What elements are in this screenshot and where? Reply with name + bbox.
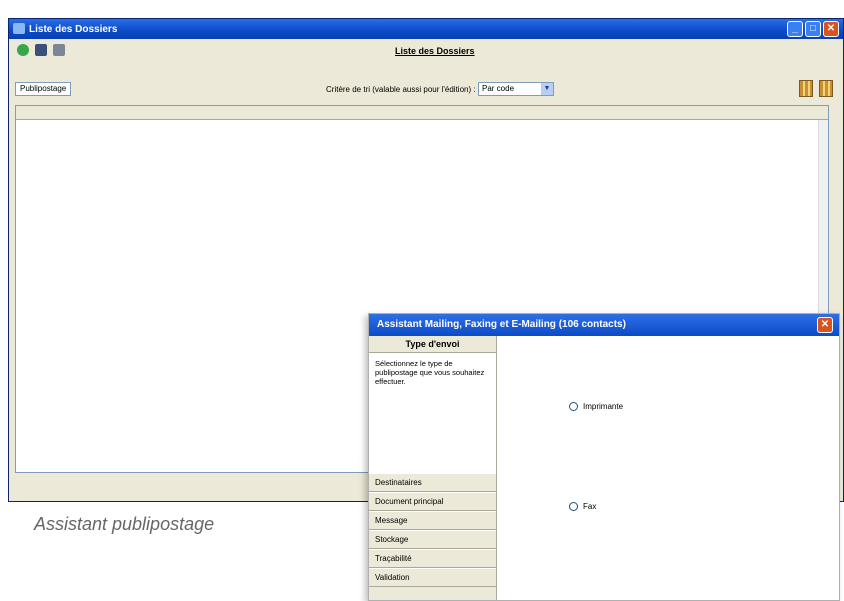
page-title: Liste des Dossiers [395, 46, 475, 56]
nav-item-stockage[interactable]: Stockage [369, 530, 496, 549]
copy-icon[interactable] [53, 44, 65, 56]
option-fax-label: Fax [583, 502, 597, 511]
dialog-title: Assistant Mailing, Faxing et E-Mailing (… [377, 319, 626, 330]
caption: Assistant publipostage [34, 514, 215, 534]
sort-criteria-value: Par code [482, 84, 515, 93]
archive-export-icon[interactable] [819, 80, 833, 97]
toolbar [17, 44, 65, 56]
sort-criteria-select[interactable]: Par code ▼ [478, 82, 554, 96]
title-bar: Liste des Dossiers _ □ ✕ [9, 19, 843, 39]
nav-item-message[interactable]: Message [369, 511, 496, 530]
nav-item-tracabilite[interactable]: Traçabilité [369, 549, 496, 568]
step-description: Sélectionnez le type de publipostage que… [369, 353, 496, 473]
minimize-icon[interactable]: _ [787, 21, 803, 37]
chevron-down-icon[interactable]: ▼ [541, 83, 553, 95]
publipostage-button[interactable]: Publipostage [15, 82, 72, 96]
app-icon [13, 23, 25, 34]
save-icon[interactable] [35, 44, 47, 56]
nav-item-validation[interactable]: Validation [369, 568, 496, 587]
dialog-title-bar: Assistant Mailing, Faxing et E-Mailing (… [369, 314, 839, 336]
option-printer[interactable]: Imprimante [569, 402, 623, 411]
close-icon[interactable]: ✕ [817, 317, 833, 333]
radio-icon [569, 402, 578, 411]
option-fax[interactable]: Fax [569, 502, 596, 511]
nav-item-document[interactable]: Document principal [369, 492, 496, 511]
sort-criteria-label: Critère de tri (valable aussi pour l'édi… [326, 85, 476, 94]
mailing-wizard-dialog: Assistant Mailing, Faxing et E-Mailing (… [368, 313, 840, 601]
option-printer-label: Imprimante [583, 402, 624, 411]
step-header: Type d'envoi [369, 336, 496, 353]
close-icon[interactable]: ✕ [823, 21, 839, 37]
maximize-icon[interactable]: □ [805, 21, 821, 37]
window-title: Liste des Dossiers [29, 23, 118, 35]
table-header [16, 106, 828, 120]
radio-icon [569, 502, 578, 511]
nav-item-destinataires[interactable]: Destinataires [369, 473, 496, 492]
wizard-steps-panel: Type d'envoi Sélectionnez le type de pub… [369, 336, 497, 600]
refresh-icon[interactable] [17, 44, 29, 56]
archive-icon[interactable] [799, 80, 813, 97]
